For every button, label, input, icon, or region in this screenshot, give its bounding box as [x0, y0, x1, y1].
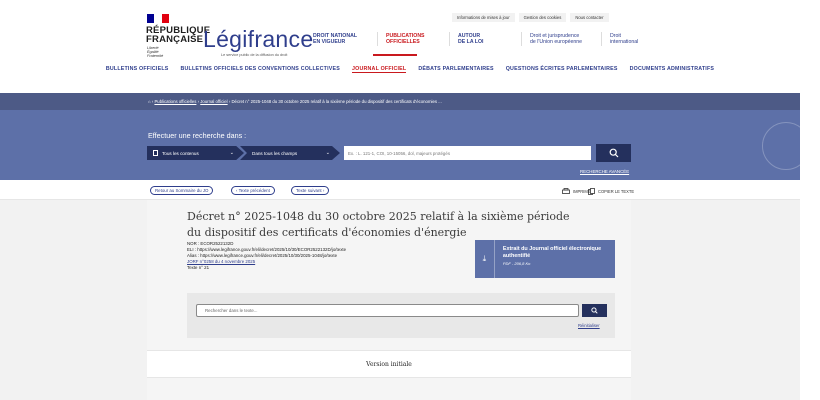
extract-file-info: PDF - 206,8 Ko: [502, 261, 531, 266]
in-text-search-button[interactable]: [582, 304, 607, 317]
search-icon: [609, 148, 618, 158]
field-select[interactable]: Dans tous les champs ⌄: [240, 146, 340, 160]
home-icon[interactable]: ⌂: [148, 99, 151, 104]
nav-droit-ue[interactable]: Droit et jurisprudence de l'Union europé…: [521, 32, 601, 46]
brand-subtitle: Le service public de la diffusion du dro…: [221, 53, 288, 57]
subnav-documents-administratifs[interactable]: DOCUMENTS ADMINISTRATIFS: [630, 66, 715, 73]
download-icon: ⤓: [475, 240, 495, 278]
next-text-button[interactable]: Texte suivant ›: [291, 186, 330, 195]
nav-publications-officielles[interactable]: PUBLICATIONS OFFICIELLES: [377, 32, 449, 46]
subnav-bulletins-conventions[interactable]: BULLETINS OFFICIELS DES CONVENTIONS COLL…: [181, 66, 341, 73]
scope-select[interactable]: Tous les contenus ⌄: [147, 146, 244, 160]
advanced-search-link[interactable]: RECHERCHE AVANCÉE: [580, 169, 629, 174]
field-select-value: Dans tous les champs: [252, 150, 298, 156]
version-header: Version initiale: [147, 350, 631, 378]
subnav-debats-parlementaires[interactable]: DÉBATS PARLEMENTAIRES: [418, 66, 493, 73]
scope-select-value: Tous les contenus: [162, 150, 199, 156]
breadcrumb: ⌂ › Publications officielles › Journal o…: [148, 99, 442, 104]
search-input[interactable]: Ex. : L. 121-1, COI, 10-15056, dol, maje…: [344, 146, 591, 160]
nav-droit-international[interactable]: Droit international: [601, 32, 681, 46]
alias-reference: Alias : https://www.legifrance.gouv.fr/e…: [187, 253, 338, 258]
copy-text-button[interactable]: COPIER LE TEXTE: [588, 188, 634, 195]
breadcrumb-item-publications[interactable]: Publications officielles: [154, 99, 196, 104]
nor-reference: NOR : ECOR2522132D: [187, 241, 234, 246]
eli-reference: ELI : https://www.legifrance.gouv.fr/eli…: [187, 247, 347, 252]
authenticated-extract-link[interactable]: ⤓ Extrait du Journal officiel électroniq…: [475, 240, 615, 278]
extract-label: Extrait du Journal officiel électronique…: [502, 246, 602, 259]
search-button[interactable]: [596, 144, 631, 162]
jorf-link[interactable]: JORF n°0258 du 4 novembre 2025: [187, 259, 255, 264]
utility-links: Informations de mises à jour Gestion des…: [452, 13, 609, 22]
brand-logo[interactable]: Légifrance: [203, 26, 313, 53]
document-title: Décret n° 2025-1048 du 30 octobre 2025 r…: [187, 210, 570, 239]
nav-droit-national[interactable]: DROIT NATIONAL EN VIGUEUR: [305, 32, 377, 46]
breadcrumb-item-current: Décret n° 2025-1048 du 30 octobre 2025 r…: [231, 99, 442, 104]
reset-search-link[interactable]: Réinitialiser: [578, 323, 600, 328]
copy-label: COPIER LE TEXTE: [598, 189, 635, 194]
subnav-journal-officiel[interactable]: JOURNAL OFFICIEL: [352, 66, 407, 73]
text-number: Texte n° 21: [187, 265, 210, 270]
in-text-search-input[interactable]: Rechercher dans le texte...: [196, 304, 579, 317]
french-flag-logo: [147, 14, 169, 23]
contact-link[interactable]: Nous contacter: [570, 13, 609, 22]
search-title: Effectuer une recherche dans :: [148, 131, 247, 140]
subnav-questions-ecrites[interactable]: QUESTIONS ÉCRITES PARLEMENTAIRES: [506, 66, 618, 73]
republic-wordmark: RÉPUBLIQUE FRANÇAISE: [146, 25, 211, 45]
search-icon: [591, 307, 598, 314]
back-to-summary-button[interactable]: Retour au Sommaire du JO: [150, 186, 214, 195]
nav-autour-de-la-loi[interactable]: AUTOUR DE LA LOI: [449, 32, 521, 46]
copy-icon: [588, 188, 595, 195]
document-toolbar: [0, 180, 800, 200]
republic-motto: Liberté Égalité Fraternité: [147, 46, 164, 59]
document-icon: [153, 150, 158, 156]
subnav-bulletins-officiels[interactable]: BULLETINS OFFICIELS: [106, 66, 169, 73]
chevron-down-icon: ⌄: [325, 150, 330, 156]
decorative-emblem: [762, 122, 810, 170]
chevron-down-icon: ⌄: [229, 150, 234, 156]
updates-link[interactable]: Informations de mises à jour: [452, 13, 515, 22]
search-band: [0, 110, 800, 180]
active-nav-indicator: [373, 54, 417, 56]
secondary-navigation: BULLETINS OFFICIELS BULLETINS OFFICIELS …: [0, 66, 820, 73]
breadcrumb-item-journal-officiel[interactable]: Journal officiel: [200, 99, 227, 104]
previous-text-button[interactable]: ‹ Texte précédent: [231, 186, 275, 195]
main-navigation: DROIT NATIONAL EN VIGUEUR PUBLICATIONS O…: [305, 32, 681, 46]
cookies-link[interactable]: Gestion des cookies: [518, 13, 567, 22]
printer-icon: [562, 188, 570, 194]
